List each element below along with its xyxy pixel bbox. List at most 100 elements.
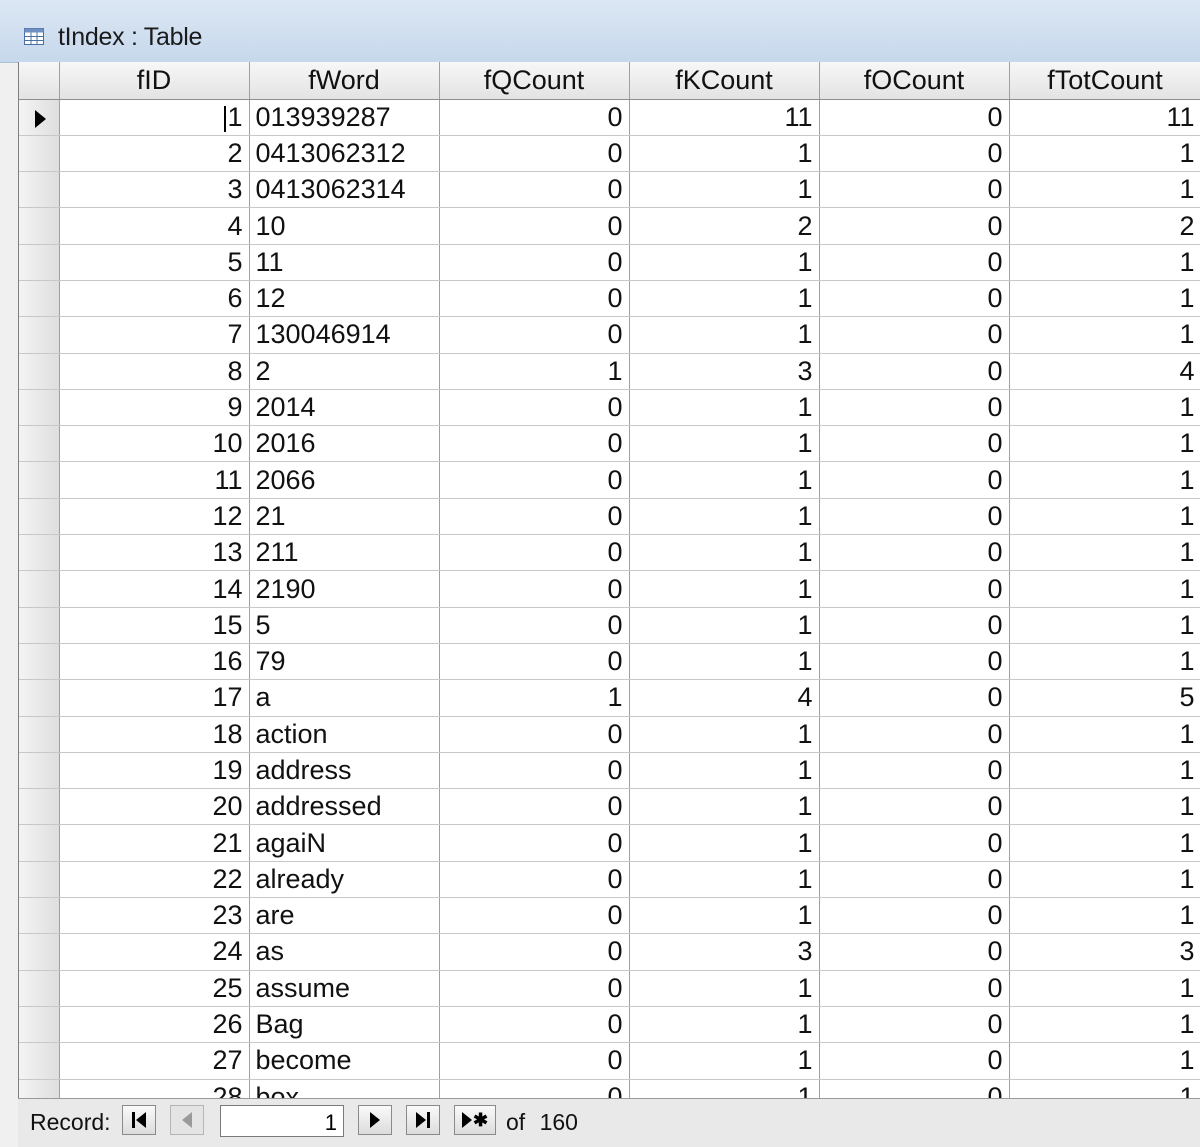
cell-ftotcount[interactable]: 4 xyxy=(1009,353,1200,390)
cell-fkcount[interactable]: 1 xyxy=(629,534,820,572)
cell-fqcount[interactable]: 0 xyxy=(439,498,630,536)
cell-fid[interactable]: 26 xyxy=(59,1006,250,1044)
cell-fqcount[interactable]: 0 xyxy=(439,171,630,209)
cell-fqcount[interactable]: 0 xyxy=(439,135,630,173)
cell-fqcount[interactable]: 0 xyxy=(439,752,630,790)
cell-fkcount[interactable]: 3 xyxy=(629,353,820,390)
cell-fword[interactable]: 0413062314 xyxy=(249,171,440,209)
cell-fqcount[interactable]: 0 xyxy=(439,534,630,572)
cell-fid[interactable]: 3 xyxy=(59,171,250,209)
cell-fword[interactable]: 2 xyxy=(249,353,440,390)
table-row[interactable]: 7 130046914 0 1 0 1 xyxy=(19,316,1200,354)
cell-fqcount[interactable]: 0 xyxy=(439,244,630,281)
datasheet-grid[interactable]: fID fWord fQCount fKCount fOCount fTotCo… xyxy=(18,62,1200,1098)
cell-focount[interactable]: 0 xyxy=(819,207,1010,245)
cell-fqcount[interactable]: 0 xyxy=(439,99,630,136)
cell-fword[interactable]: agaiN xyxy=(249,824,440,862)
cell-focount[interactable]: 0 xyxy=(819,643,1010,681)
cell-focount[interactable]: 0 xyxy=(819,1042,1010,1080)
cell-focount[interactable]: 0 xyxy=(819,861,1010,899)
cell-focount[interactable]: 0 xyxy=(819,425,1010,463)
cell-fid[interactable]: 15 xyxy=(59,607,250,644)
row-selector[interactable] xyxy=(19,897,60,935)
cell-fid[interactable]: 22 xyxy=(59,861,250,899)
row-selector[interactable] xyxy=(19,171,60,209)
cell-fid[interactable]: 18 xyxy=(59,716,250,753)
table-row[interactable]: 9 2014 0 1 0 1 xyxy=(19,389,1200,427)
cell-focount[interactable]: 0 xyxy=(819,1006,1010,1044)
table-row[interactable]: 27 become 0 1 0 1 xyxy=(19,1042,1200,1080)
table-row[interactable]: 20 addressed 0 1 0 1 xyxy=(19,788,1200,826)
cell-fqcount[interactable]: 0 xyxy=(439,316,630,354)
cell-fkcount[interactable]: 11 xyxy=(629,99,820,136)
column-header-fkcount[interactable]: fKCount xyxy=(629,62,820,100)
column-header-fqcount[interactable]: fQCount xyxy=(439,62,630,100)
table-row[interactable]: 12 21 0 1 0 1 xyxy=(19,498,1200,536)
row-selector[interactable] xyxy=(19,280,60,318)
cell-fid[interactable]: 23 xyxy=(59,897,250,935)
cell-focount[interactable]: 0 xyxy=(819,1079,1010,1098)
cell-fword[interactable]: action xyxy=(249,716,440,753)
row-selector[interactable] xyxy=(19,425,60,463)
cell-focount[interactable]: 0 xyxy=(819,752,1010,790)
cell-fword[interactable]: 2014 xyxy=(249,389,440,427)
cell-fword[interactable]: 130046914 xyxy=(249,316,440,354)
cell-fid[interactable]: 27 xyxy=(59,1042,250,1080)
cell-ftotcount[interactable]: 1 xyxy=(1009,643,1200,681)
cell-ftotcount[interactable]: 3 xyxy=(1009,933,1200,971)
cell-fkcount[interactable]: 1 xyxy=(629,788,820,826)
cell-fkcount[interactable]: 2 xyxy=(629,207,820,245)
cell-fword[interactable]: 013939287 xyxy=(249,99,440,136)
first-record-button[interactable] xyxy=(122,1105,156,1135)
cell-focount[interactable]: 0 xyxy=(819,933,1010,971)
row-selector[interactable] xyxy=(19,716,60,753)
cell-fid[interactable]: 9 xyxy=(59,389,250,427)
row-selector[interactable] xyxy=(19,1042,60,1080)
cell-focount[interactable]: 0 xyxy=(819,897,1010,935)
cell-fword[interactable]: 10 xyxy=(249,207,440,245)
cell-fid[interactable]: 16 xyxy=(59,643,250,681)
cell-focount[interactable]: 0 xyxy=(819,679,1010,717)
table-row[interactable]: 82 1 3 0 4 xyxy=(19,353,1200,390)
row-selector[interactable] xyxy=(19,752,60,790)
cell-ftotcount[interactable]: 1 xyxy=(1009,788,1200,826)
cell-ftotcount[interactable]: 11 xyxy=(1009,99,1200,136)
cell-fqcount[interactable]: 0 xyxy=(439,389,630,427)
row-selector[interactable] xyxy=(19,316,60,354)
cell-fid[interactable]: 21 xyxy=(59,824,250,862)
table-row[interactable]: 3 0413062314 0 1 0 1 xyxy=(19,171,1200,209)
cell-fword[interactable]: 2016 xyxy=(249,425,440,463)
cell-fqcount[interactable]: 0 xyxy=(439,1042,630,1080)
row-selector[interactable] xyxy=(19,1006,60,1044)
table-row[interactable]: 6 12 0 1 0 1 xyxy=(19,280,1200,318)
row-selector[interactable] xyxy=(19,1079,60,1098)
row-selector[interactable] xyxy=(19,824,60,862)
table-row[interactable]: 14 2190 0 1 0 1 xyxy=(19,570,1200,608)
row-selector[interactable] xyxy=(19,788,60,826)
row-selector[interactable] xyxy=(19,99,60,136)
row-selector[interactable] xyxy=(19,244,60,281)
cell-ftotcount[interactable]: 1 xyxy=(1009,498,1200,536)
cell-ftotcount[interactable]: 1 xyxy=(1009,389,1200,427)
table-row[interactable]: 17 a 1 4 0 5 xyxy=(19,679,1200,717)
cell-fqcount[interactable]: 0 xyxy=(439,280,630,318)
cell-focount[interactable]: 0 xyxy=(819,534,1010,572)
table-row[interactable]: 23 are 0 1 0 1 xyxy=(19,897,1200,935)
cell-fkcount[interactable]: 1 xyxy=(629,316,820,354)
cell-fqcount[interactable]: 0 xyxy=(439,861,630,899)
row-selector[interactable] xyxy=(19,135,60,173)
cell-fqcount[interactable]: 0 xyxy=(439,788,630,826)
new-record-button[interactable]: ✱ xyxy=(454,1105,496,1135)
cell-fqcount[interactable]: 1 xyxy=(439,353,630,390)
cell-ftotcount[interactable]: 1 xyxy=(1009,534,1200,572)
cell-fqcount[interactable]: 0 xyxy=(439,1006,630,1044)
cell-fkcount[interactable]: 1 xyxy=(629,244,820,281)
cell-fword[interactable]: 5 xyxy=(249,607,440,644)
cell-fkcount[interactable]: 1 xyxy=(629,135,820,173)
cell-fkcount[interactable]: 3 xyxy=(629,933,820,971)
cell-fid[interactable]: 12 xyxy=(59,498,250,536)
cell-fkcount[interactable]: 1 xyxy=(629,607,820,644)
cell-fword[interactable]: assume xyxy=(249,970,440,1007)
cell-ftotcount[interactable]: 1 xyxy=(1009,135,1200,173)
cell-ftotcount[interactable]: 1 xyxy=(1009,280,1200,318)
